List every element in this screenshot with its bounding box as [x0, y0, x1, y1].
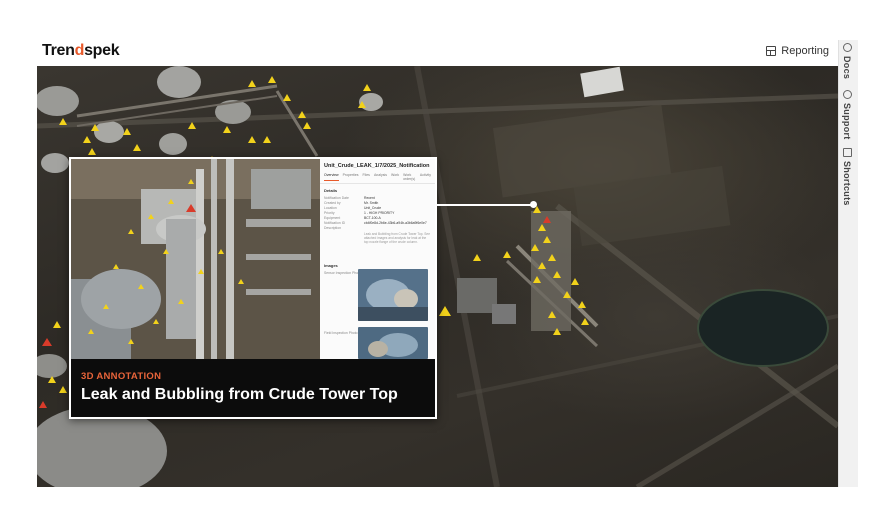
tab-properties[interactable]: Properties [343, 173, 359, 181]
images-heading: Images [324, 263, 338, 268]
rail-item-support[interactable]: Support [842, 90, 852, 140]
tower-photo-graphics [71, 159, 320, 359]
notification-tabs: Overview Properties Files Analysis Work … [320, 171, 435, 184]
keyboard-icon [842, 148, 852, 157]
caption-title: Leak and Bubbling from Crude Tower Top [81, 386, 398, 403]
caption-kicker: 3D ANNOTATION [81, 371, 162, 382]
annotation-card[interactable]: Unit_Crude_LEAK_1/7/2025_Notification Ov… [69, 157, 437, 419]
details-heading: Details [324, 188, 338, 193]
rail-item-shortcuts[interactable]: Shortcuts [842, 148, 852, 206]
rail-label-docs: Docs [842, 56, 852, 80]
tower-photo [71, 159, 320, 359]
tab-analysis[interactable]: Analysis [374, 173, 387, 181]
support-icon [842, 90, 852, 99]
rail-label-support: Support [842, 103, 852, 140]
tab-files[interactable]: Files [363, 173, 370, 181]
inspection-image-2[interactable] [358, 327, 428, 359]
image-label-1: Sensor Inspection Photo [324, 271, 361, 275]
rail-item-docs[interactable]: Docs [842, 43, 852, 79]
description-text: Leak and Bubbling from Crude Tower Top. … [364, 232, 430, 245]
notification-panel: Unit_Crude_LEAK_1/7/2025_Notification Ov… [320, 159, 435, 359]
annotation-caption: 3D ANNOTATION Leak and Bubbling from Cru… [71, 359, 435, 417]
rail-label-shortcuts: Shortcuts [842, 161, 852, 206]
trendspek-logo[interactable]: Trendspek [42, 42, 120, 60]
table-icon [766, 46, 777, 56]
tab-work-orders[interactable]: Work order(s) [403, 173, 416, 181]
inspection-image-1[interactable] [358, 269, 428, 321]
reporting-label: Reporting [781, 45, 829, 57]
right-rail: Docs Support Shortcuts [838, 40, 858, 487]
tab-activity[interactable]: Activity [420, 173, 431, 181]
field-row: Notification ID cb4f0e8d-2b6e-43b6-a94b-a… [324, 220, 427, 225]
tab-overview[interactable]: Overview [324, 173, 339, 181]
inspection-image-1-graphics [358, 269, 428, 321]
annotation-connector [437, 204, 533, 206]
notification-title: Unit_Crude_LEAK_1/7/2025_Notification [324, 163, 430, 169]
reporting-button[interactable]: Reporting [766, 45, 829, 57]
tab-work[interactable]: Work [391, 173, 399, 181]
annotation-anchor-point[interactable] [530, 201, 537, 208]
top-bar: Trendspek Reporting [37, 40, 837, 66]
image-label-2: Field Inspection Photo [324, 331, 358, 335]
inspection-image-2-graphics [358, 327, 428, 359]
app-frame: Trendspek Reporting Docs Support Shortcu… [0, 0, 895, 527]
docs-icon [842, 43, 852, 52]
